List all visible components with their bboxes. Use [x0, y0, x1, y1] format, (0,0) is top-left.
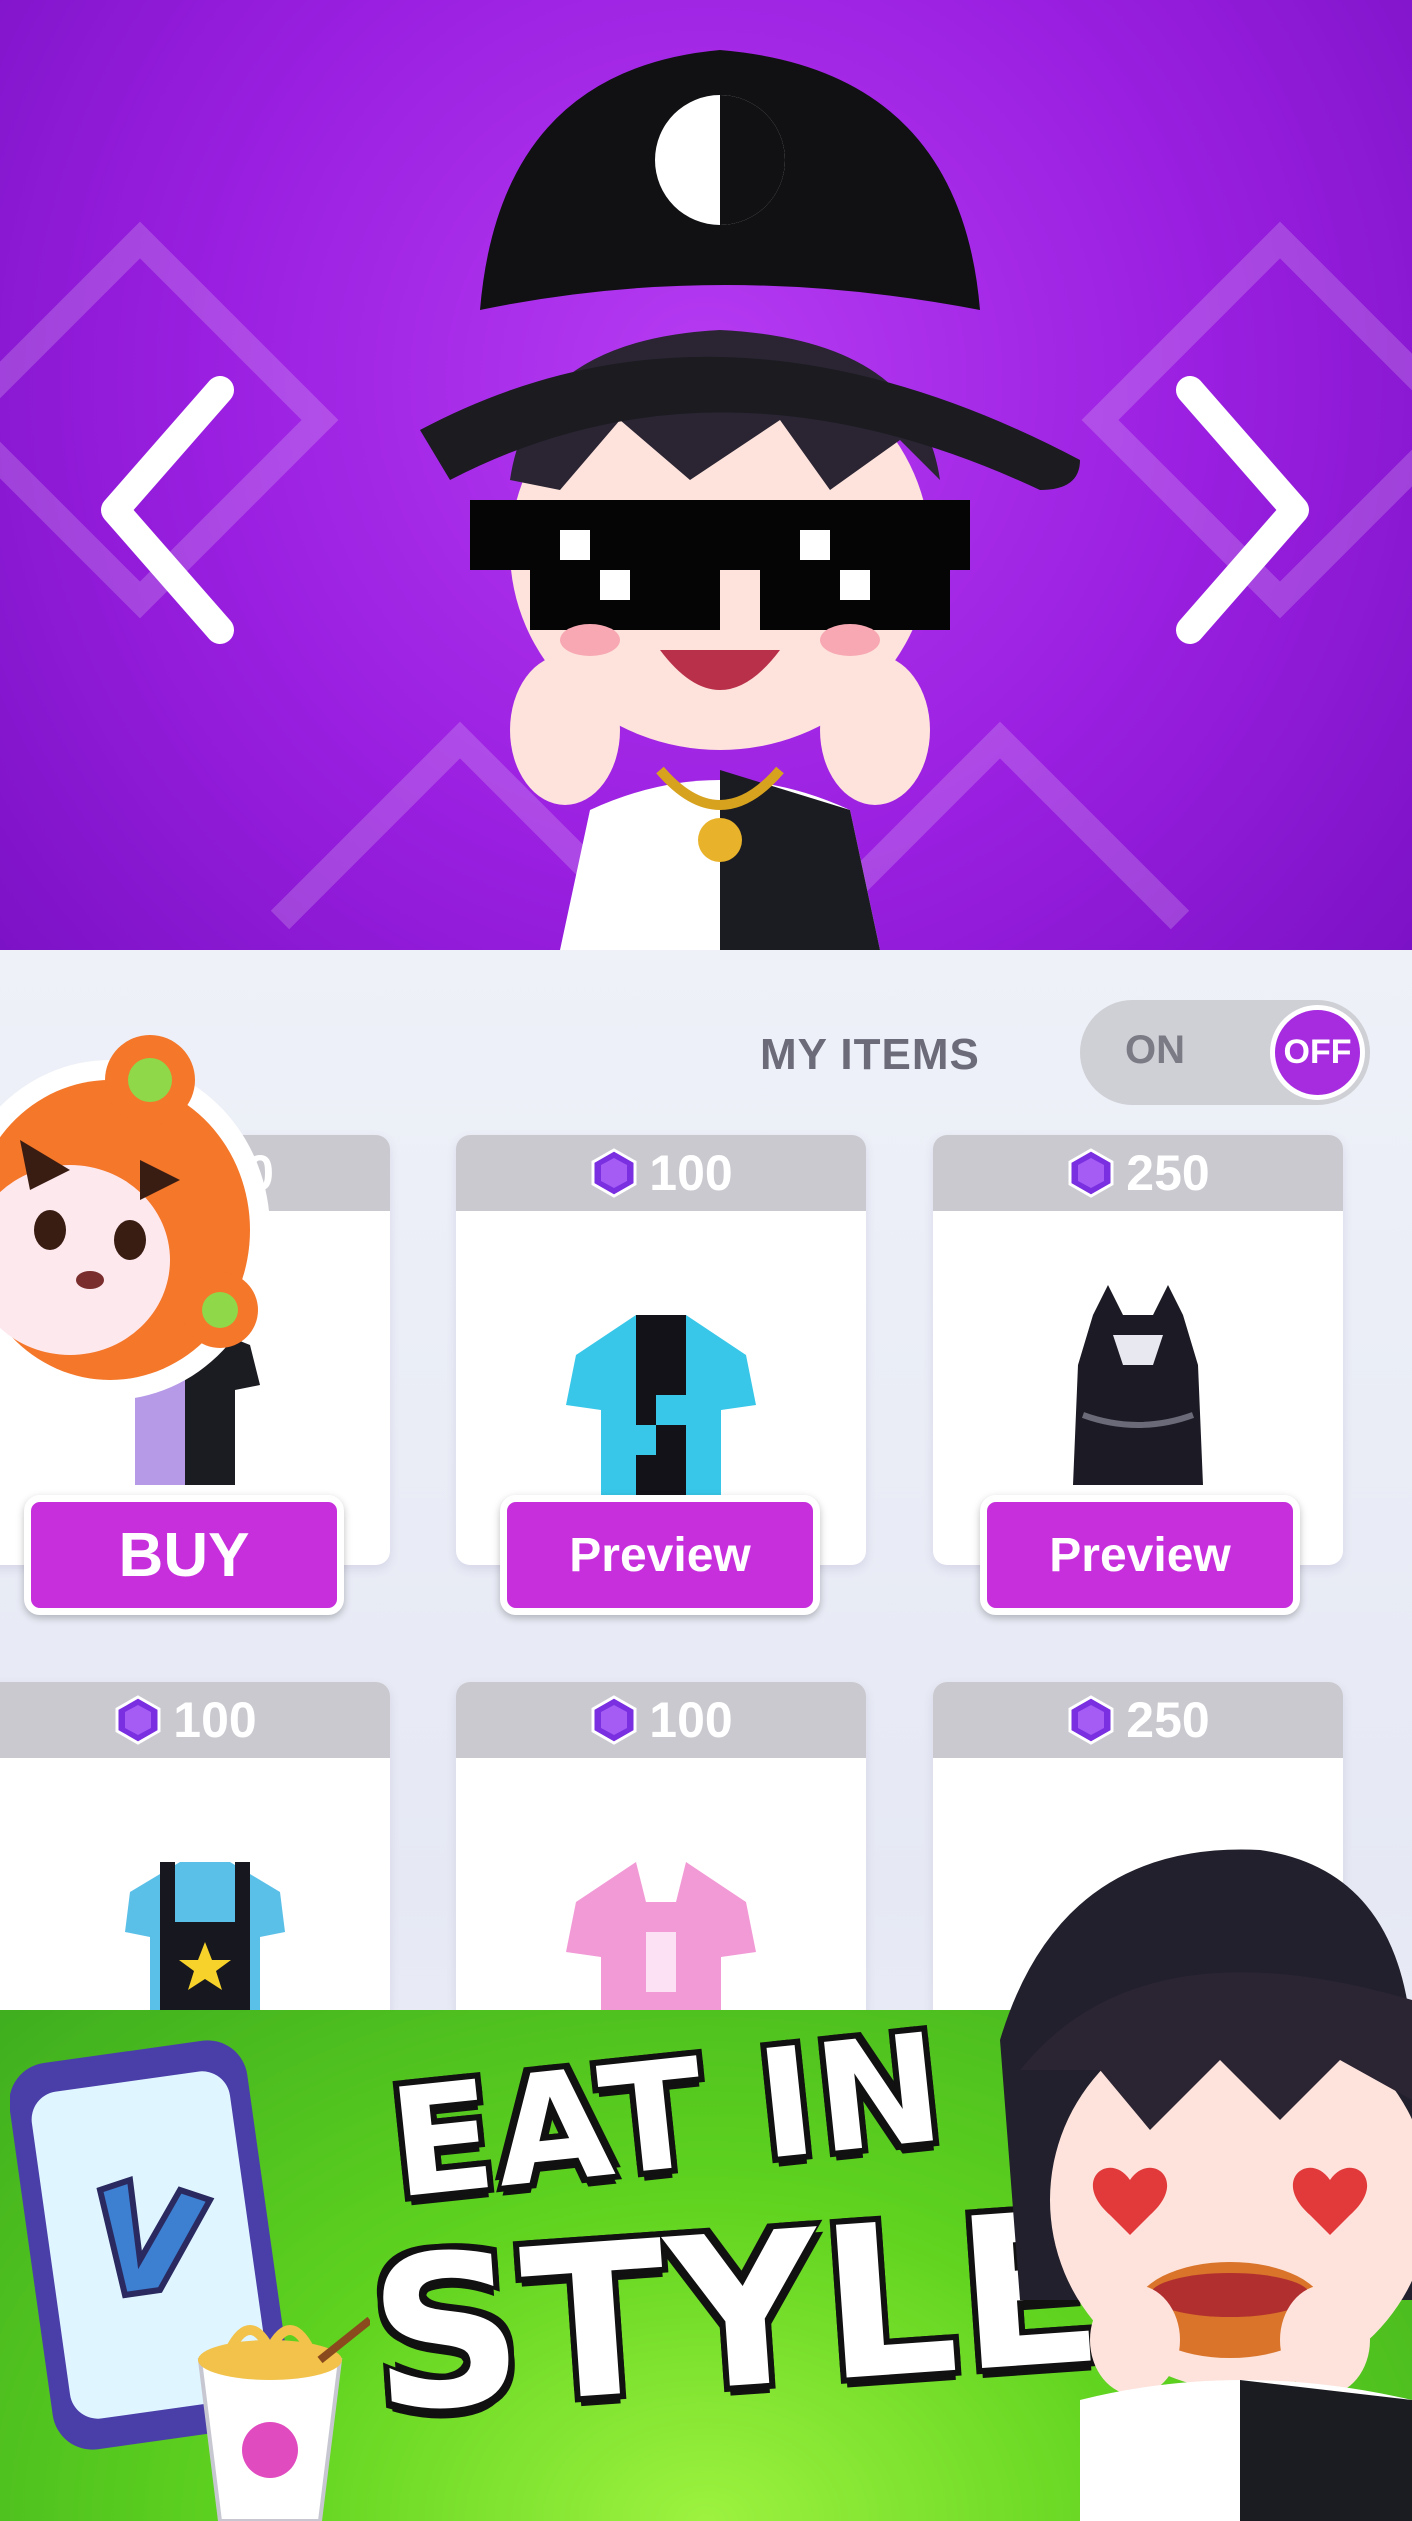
chevron-right-icon	[1176, 376, 1309, 644]
price-value: 100	[649, 1692, 733, 1748]
my-items-label: MY ITEMS	[760, 1030, 980, 1079]
tiger-mascot-sticker	[0, 1035, 270, 1400]
gem-currency-icon	[1068, 1148, 1114, 1198]
gem-currency-icon	[591, 1695, 637, 1745]
chevron-left-icon	[101, 376, 234, 644]
my-items-filter: MY ITEMS ON OFF	[760, 1000, 1380, 1110]
gem-currency-icon	[591, 1148, 637, 1198]
price-bar: 250	[933, 1135, 1343, 1211]
price-bar: 100	[456, 1135, 866, 1211]
price-value: 100	[173, 1692, 257, 1748]
shop-item-image	[566, 1315, 756, 1495]
toggle-on-label: ON	[1125, 1028, 1185, 1072]
my-items-toggle[interactable]: ON OFF	[1080, 1000, 1370, 1105]
avatar-character	[420, 50, 1080, 950]
previous-outfit-button[interactable]	[90, 370, 250, 650]
next-outfit-button[interactable]	[1160, 370, 1320, 650]
shop-item-image	[1073, 1285, 1203, 1485]
gem-currency-icon	[1068, 1695, 1114, 1745]
buy-button[interactable]: BUY	[24, 1495, 344, 1615]
price-bar: 100	[456, 1682, 866, 1758]
gem-currency-icon	[115, 1695, 161, 1745]
price-value: 250	[1126, 1145, 1210, 1201]
eating-character	[1000, 1849, 1412, 2521]
toggle-off-knob: OFF	[1270, 1005, 1365, 1100]
avatar-preview-hero	[0, 0, 1412, 950]
price-value: 100	[649, 1145, 733, 1201]
preview-button[interactable]: Preview	[980, 1495, 1300, 1615]
price-bar: 100	[0, 1682, 390, 1758]
preview-button[interactable]: Preview	[500, 1495, 820, 1615]
noodle-cup-icon	[197, 2316, 370, 2521]
